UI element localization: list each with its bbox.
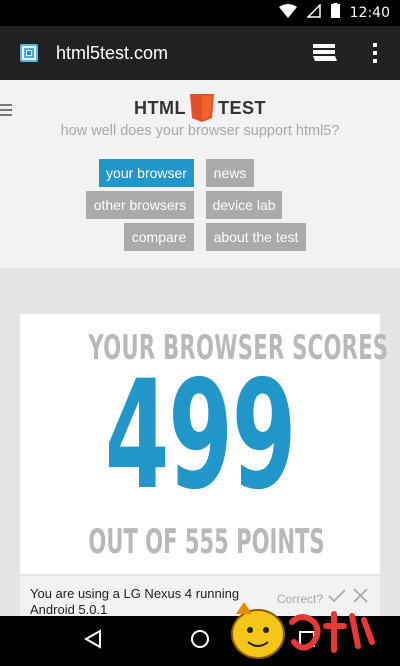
- site-header: HTML TEST how well does your browser sup…: [0, 80, 400, 268]
- recents-icon[interactable]: [298, 630, 316, 653]
- tabs-icon[interactable]: [312, 43, 338, 68]
- browser-toolbar: html5test.com: [0, 26, 400, 80]
- wifi-icon: [278, 3, 297, 23]
- logo-test: TEST: [217, 97, 266, 118]
- battery-icon: [330, 3, 340, 23]
- nav-news[interactable]: news: [206, 159, 254, 187]
- nav-about-the-test[interactable]: about the test: [206, 223, 306, 251]
- logo-html: HTML: [134, 97, 186, 118]
- score-card: YOUR BROWSER SCORES 499 OUT OF 555 POINT…: [20, 314, 388, 574]
- html5-shield-icon: [189, 94, 214, 122]
- close-icon[interactable]: [353, 588, 368, 608]
- nav-your-browser[interactable]: your browser: [99, 159, 194, 187]
- nav-compare[interactable]: compare: [124, 223, 194, 251]
- score-value: 499: [104, 349, 297, 523]
- home-icon[interactable]: [190, 629, 210, 654]
- back-icon[interactable]: [83, 628, 102, 654]
- system-navigation-bar: [0, 616, 400, 666]
- nav-device-lab[interactable]: device lab: [206, 191, 282, 219]
- status-bar: 12:40: [0, 0, 400, 26]
- device-info-bar: You are using a LG Nexus 4 running Andro…: [20, 576, 380, 616]
- nav-other-browsers[interactable]: other browsers: [86, 191, 194, 219]
- correct-label: Correct?: [277, 592, 324, 606]
- no-signal-icon: [305, 2, 321, 23]
- url-bar[interactable]: html5test.com: [56, 43, 168, 64]
- device-info-text: You are using a LG Nexus 4 running Andro…: [30, 586, 240, 616]
- web-page: HTML TEST how well does your browser sup…: [0, 80, 400, 616]
- status-time: 12:40: [349, 5, 390, 21]
- score-footer: OUT OF 555 POINTS: [88, 522, 325, 562]
- site-favicon-icon: [20, 44, 38, 62]
- overflow-menu-icon[interactable]: [372, 42, 378, 69]
- tagline: how well does your browser support html5…: [60, 123, 340, 139]
- site-logo[interactable]: HTML TEST: [0, 94, 400, 122]
- check-icon[interactable]: [328, 589, 346, 608]
